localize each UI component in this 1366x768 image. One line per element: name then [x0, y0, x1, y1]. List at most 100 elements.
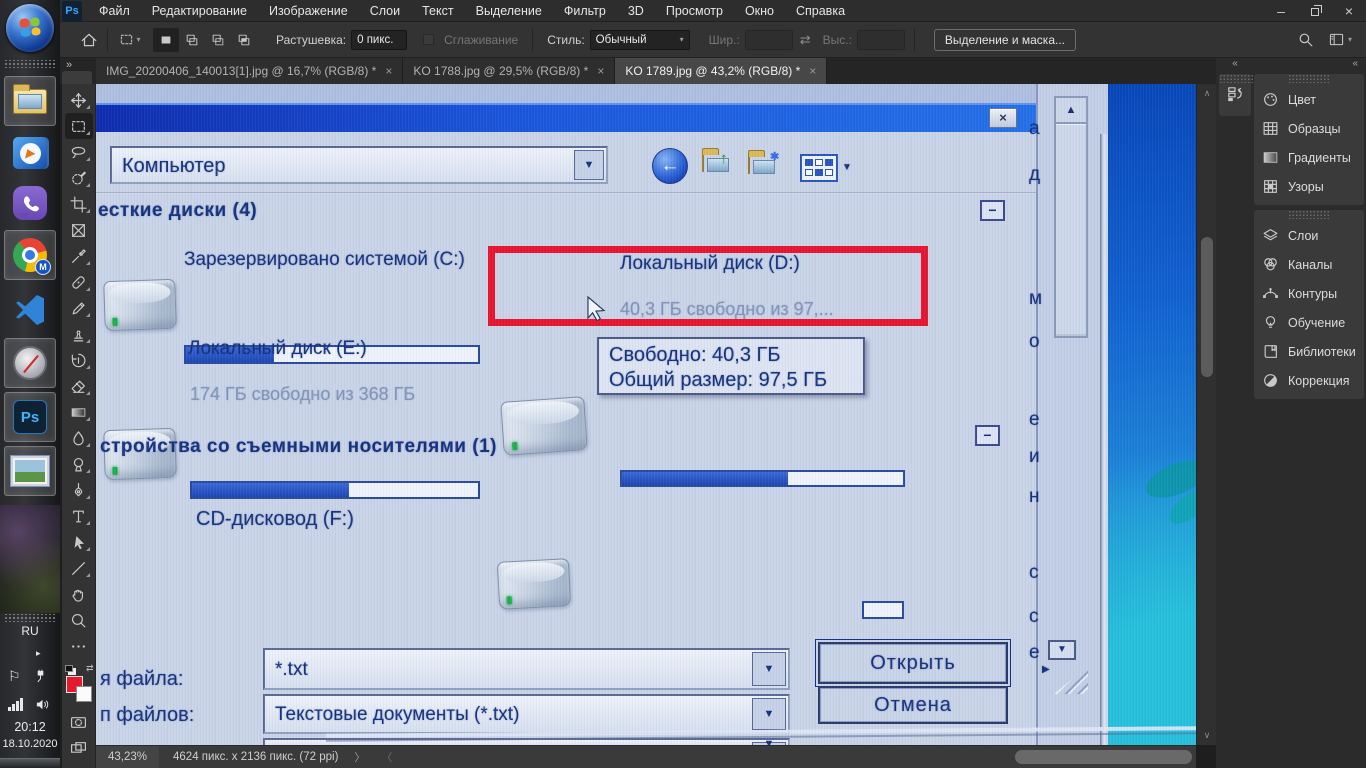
panel-swatches[interactable]: Образцы	[1254, 114, 1364, 143]
move-tool[interactable]	[65, 87, 93, 113]
taskbar-item-browser-app[interactable]	[4, 338, 56, 388]
menu-layers[interactable]: Слои	[359, 0, 411, 22]
panel-channels[interactable]: Каналы	[1254, 250, 1364, 279]
close-button[interactable]: ×	[1332, 0, 1366, 22]
search-icon[interactable]	[1297, 31, 1314, 48]
zoom-tool[interactable]	[65, 607, 93, 633]
tool-preset-marquee[interactable]: ▾	[117, 28, 143, 52]
menu-help[interactable]: Справка	[785, 0, 856, 22]
gradient-tool[interactable]	[65, 399, 93, 425]
dodge-tool[interactable]	[65, 451, 93, 477]
show-desktop-button[interactable]	[0, 758, 60, 768]
selection-mode-add[interactable]	[179, 28, 205, 52]
tab-close-icon[interactable]: ×	[809, 64, 816, 78]
panel-adjustments[interactable]: Коррекция	[1254, 366, 1364, 395]
line-tool[interactable]	[65, 555, 93, 581]
document-tab[interactable]: IMG_20200406_140013[1].jpg @ 16,7% (RGB/…	[96, 58, 403, 84]
swap-colors-icon[interactable]: ⇄	[86, 663, 94, 674]
canvas-vertical-scrollbar[interactable]: ∧ ∨	[1196, 84, 1216, 745]
menu-type[interactable]: Текст	[411, 0, 464, 22]
zoom-level[interactable]: 43,23%	[96, 746, 159, 768]
style-select[interactable]: Обычный▾	[590, 30, 690, 50]
panel-gradients[interactable]: Градиенты	[1254, 143, 1364, 172]
document-tab[interactable]: KO 1788.jpg @ 29,5% (RGB/8) *×	[403, 58, 615, 84]
crop-tool[interactable]	[65, 191, 93, 217]
canvas-horizontal-scroll-thumb[interactable]	[1015, 750, 1192, 764]
swap-dimensions-icon[interactable]: ⇄	[800, 32, 811, 48]
volume-icon[interactable]	[35, 697, 50, 712]
quick-mask-button[interactable]	[65, 709, 93, 735]
document-tab-active[interactable]: KO 1789.jpg @ 43,2% (RGB/8) *×	[615, 58, 827, 84]
eyedropper-tool[interactable]	[65, 243, 93, 269]
tab-close-icon[interactable]: ×	[597, 64, 604, 78]
menu-3d[interactable]: 3D	[617, 0, 655, 22]
panel-color[interactable]: Цвет	[1254, 85, 1364, 114]
panel-patterns[interactable]: Узоры	[1254, 172, 1364, 201]
scroll-down-icon[interactable]: ∨	[1197, 730, 1217, 741]
language-indicator[interactable]: RU	[0, 624, 60, 638]
rectangular-marquee-tool[interactable]	[65, 113, 93, 139]
feather-input[interactable]: 0 пикс.	[351, 30, 407, 50]
taskbar-item-explorer[interactable]	[4, 76, 56, 126]
status-arrow-left[interactable]: 〈	[381, 749, 392, 765]
blur-tool[interactable]	[65, 425, 93, 451]
foreground-background-colors[interactable]: ⇄	[64, 665, 94, 705]
clock-date[interactable]: 18.10.2020	[0, 738, 60, 750]
taskbar-item-photo-viewer[interactable]	[4, 446, 56, 496]
taskbar-item-viber[interactable]	[4, 178, 56, 228]
canvas-photo[interactable]: × Компьютер ▼ ← ↑ ✱ ▼ есткие диски (4) −…	[96, 84, 1196, 745]
start-button[interactable]	[6, 4, 54, 52]
taskbar-item-media-player[interactable]: ▶	[4, 128, 56, 178]
panel-paths[interactable]: Контуры	[1254, 279, 1364, 308]
hand-tool[interactable]	[65, 581, 93, 607]
object-selection-tool[interactable]	[65, 165, 93, 191]
usb-device-icon[interactable]	[33, 669, 48, 684]
menu-filter[interactable]: Фильтр	[553, 0, 617, 22]
taskbar-item-vscode[interactable]	[4, 284, 56, 334]
status-arrow-right[interactable]: 〉	[354, 749, 365, 765]
collapse-panels-icon[interactable]: «	[1219, 58, 1251, 72]
clock-time[interactable]: 20:12	[0, 720, 60, 734]
minimize-button[interactable]: –	[1264, 0, 1298, 22]
selection-mode-new[interactable]	[153, 28, 179, 52]
pen-tool[interactable]	[65, 477, 93, 503]
clone-stamp-tool[interactable]	[65, 321, 93, 347]
collapse-panels-icon[interactable]: «	[1254, 58, 1364, 72]
brush-tool[interactable]	[65, 295, 93, 321]
history-brush-tool[interactable]	[65, 347, 93, 373]
background-color-swatch[interactable]	[76, 686, 92, 702]
action-center-flag-icon[interactable]: ⚐	[8, 668, 21, 685]
path-selection-tool[interactable]	[65, 529, 93, 555]
tray-expand-icon[interactable]: ▸	[36, 648, 41, 659]
canvas-scroll-thumb[interactable]	[1201, 237, 1213, 377]
home-icon[interactable]	[80, 31, 98, 49]
type-tool[interactable]	[65, 503, 93, 529]
selection-mode-intersect[interactable]	[231, 28, 257, 52]
history-panel-button[interactable]	[1219, 74, 1251, 116]
taskbar-item-chrome[interactable]: M	[4, 230, 56, 280]
select-and-mask-button[interactable]: Выделение и маска...	[934, 29, 1076, 51]
menu-image[interactable]: Изображение	[258, 0, 359, 22]
restore-button[interactable]	[1298, 0, 1332, 22]
menu-window[interactable]: Окно	[734, 0, 785, 22]
menu-file[interactable]: Файл	[88, 0, 141, 22]
tools-panel-grip[interactable]	[62, 71, 92, 84]
edit-toolbar-icon[interactable]	[65, 633, 93, 659]
default-colors-icon[interactable]	[65, 665, 73, 672]
menu-select[interactable]: Выделение	[465, 0, 553, 22]
antialias-checkbox[interactable]	[423, 34, 434, 45]
network-signal-icon[interactable]	[8, 698, 23, 711]
spot-healing-brush-tool[interactable]	[65, 269, 93, 295]
panel-learn[interactable]: Обучение	[1254, 308, 1364, 337]
menu-view[interactable]: Просмотр	[655, 0, 734, 22]
screen-mode-button[interactable]	[65, 735, 93, 761]
lasso-tool[interactable]	[65, 139, 93, 165]
selection-mode-subtract[interactable]	[205, 28, 231, 52]
menu-edit[interactable]: Редактирование	[141, 0, 258, 22]
workspace-switcher[interactable]: ▾	[1328, 32, 1352, 47]
frame-tool[interactable]	[65, 217, 93, 243]
panel-libraries[interactable]: Библиотеки	[1254, 337, 1364, 366]
panel-layers[interactable]: Слои	[1254, 221, 1364, 250]
taskbar-item-photoshop[interactable]: Ps	[4, 392, 56, 442]
scroll-up-icon[interactable]: ∧	[1197, 88, 1217, 99]
